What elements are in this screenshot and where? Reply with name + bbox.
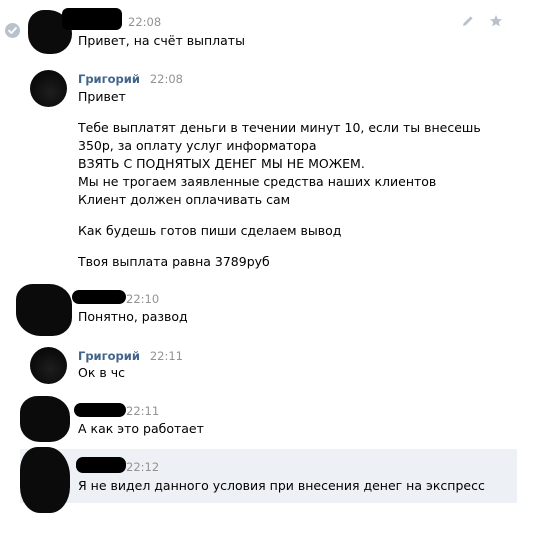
author-name[interactable]: Григорий <box>78 72 140 86</box>
message-3[interactable]: 22:10 Понятно, развод <box>0 280 538 338</box>
timestamp[interactable]: 22:08 <box>128 15 161 29</box>
message-text-line: Клиент должен оплачивать сам <box>78 192 291 207</box>
author-name[interactable]: Григорий <box>78 349 140 363</box>
message-4[interactable]: Григорий 22:11 Ок в чс <box>0 338 538 396</box>
avatar-redacted[interactable] <box>20 447 70 513</box>
pencil-icon[interactable] <box>461 14 475 28</box>
avatar-redacted[interactable] <box>20 396 70 442</box>
timestamp[interactable]: 22:11 <box>126 404 159 418</box>
message-5[interactable]: 22:11 А как это работает <box>0 394 538 448</box>
check-circle-icon[interactable] <box>5 23 20 38</box>
message-6[interactable]: 22:12 Я не видел данного условия при вне… <box>20 447 517 513</box>
message-text-line: Как будешь готов пиши сделаем вывод <box>78 223 342 238</box>
message-header: 22:08 <box>78 14 161 30</box>
message-text-line: Привет <box>78 89 126 104</box>
avatar-redacted[interactable] <box>16 284 72 336</box>
message-header: 22:10 <box>78 291 159 307</box>
message-text: А как это работает <box>78 421 204 436</box>
message-header: Григорий 22:08 <box>78 71 183 87</box>
message-text: Ок в чс <box>78 365 125 380</box>
timestamp[interactable]: 22:08 <box>150 72 183 86</box>
message-header: 22:11 <box>78 403 159 419</box>
timestamp[interactable]: 22:12 <box>126 460 159 474</box>
message-2[interactable]: Григорий 22:08 Привет Тебе выплатят день… <box>0 60 538 280</box>
message-header: Григорий 22:11 <box>78 348 183 364</box>
message-text: Привет, на счёт выплаты <box>78 33 245 48</box>
message-text-line: Твоя выплата равна 3789руб <box>78 254 270 269</box>
message-text: Понятно, развод <box>78 309 188 324</box>
avatar[interactable] <box>30 70 67 107</box>
star-icon[interactable] <box>489 14 503 28</box>
message-text-line: Тебе выплатят деньги в течении минут 10,… <box>78 120 481 135</box>
message-1[interactable]: 22:08 Привет, на счёт выплаты <box>0 0 538 58</box>
message-text-line: Мы не трогаем заявленные средства наших … <box>78 174 437 189</box>
timestamp[interactable]: 22:10 <box>126 292 159 306</box>
avatar[interactable] <box>30 347 67 384</box>
message-text-line: 350р, за оплату услуг информатора <box>78 138 317 153</box>
message-header: 22:12 <box>78 459 159 475</box>
message-text: Я не видел данного условия при внесения … <box>78 478 485 493</box>
message-text-line: ВЗЯТЬ С ПОДНЯТЫХ ДЕНЕГ МЫ НЕ МОЖЕМ. <box>78 156 365 171</box>
timestamp[interactable]: 22:11 <box>150 349 183 363</box>
